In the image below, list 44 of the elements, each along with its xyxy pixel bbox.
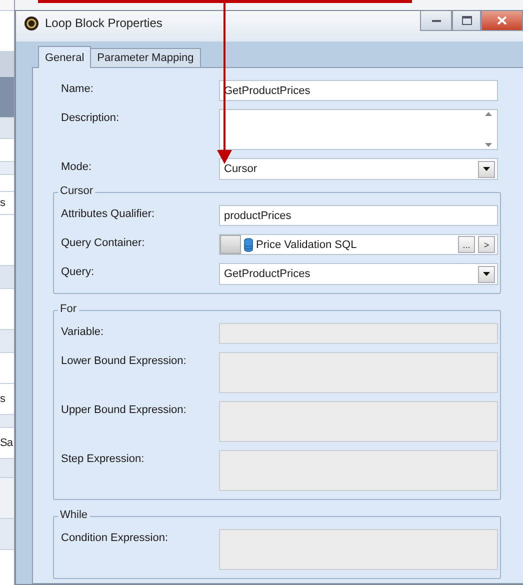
- group-title: For: [58, 303, 78, 315]
- dropdown-field[interactable]: Cursor: [219, 158, 498, 180]
- group-title: While: [58, 509, 90, 521]
- field-label: Mode:: [61, 160, 93, 173]
- field-label: Query:: [61, 265, 96, 278]
- background-text: Sa: [0, 437, 12, 449]
- field-label: Query Container:: [61, 236, 146, 249]
- background-text: s: [0, 197, 5, 209]
- close-button[interactable]: [481, 11, 523, 31]
- field-label: Variable:: [61, 325, 105, 338]
- small-button[interactable]: >: [478, 236, 495, 253]
- minimize-button[interactable]: [420, 11, 452, 31]
- database-icon: [244, 238, 253, 252]
- text-field[interactable]: GetProductPrices: [219, 80, 498, 101]
- scroll-up-icon[interactable]: [484, 112, 492, 116]
- field-label: Condition Expression:: [61, 531, 170, 544]
- caret-icon: [483, 272, 490, 276]
- text-field[interactable]: productPrices: [219, 205, 498, 226]
- field-label: Description:: [61, 111, 120, 124]
- dropdown-field[interactable]: GetProductPrices: [219, 263, 498, 285]
- field-label: Step Expression:: [61, 452, 146, 465]
- browse-button[interactable]: [220, 235, 241, 254]
- field-label: Name:: [61, 82, 94, 95]
- caret-icon: [483, 167, 490, 171]
- dropdown-button[interactable]: [478, 266, 495, 282]
- picker-field[interactable]: Price Validation SQL ... >: [219, 234, 498, 255]
- field-value: Price Validation SQL: [256, 238, 358, 250]
- app-icon: [24, 16, 39, 30]
- tab[interactable]: Parameter Mapping: [90, 48, 201, 67]
- minimize-icon: [432, 19, 440, 22]
- background-text: s: [0, 393, 5, 405]
- field-label: Lower Bound Expression:: [61, 354, 188, 367]
- close-icon: [497, 16, 507, 25]
- background-row: [0, 162, 14, 175]
- window-title: Loop Block Properties: [45, 16, 164, 30]
- small-button[interactable]: ...: [458, 236, 475, 253]
- field-label: Attributes Qualifier:: [61, 207, 156, 220]
- scroll-down-icon[interactable]: [484, 143, 492, 147]
- dropdown-button[interactable]: [478, 160, 495, 178]
- maximize-icon: [462, 16, 472, 25]
- tab[interactable]: General: [38, 46, 92, 68]
- maximize-button[interactable]: [452, 11, 481, 31]
- field-label: Upper Bound Expression:: [61, 403, 188, 416]
- group-title: Cursor: [58, 185, 96, 197]
